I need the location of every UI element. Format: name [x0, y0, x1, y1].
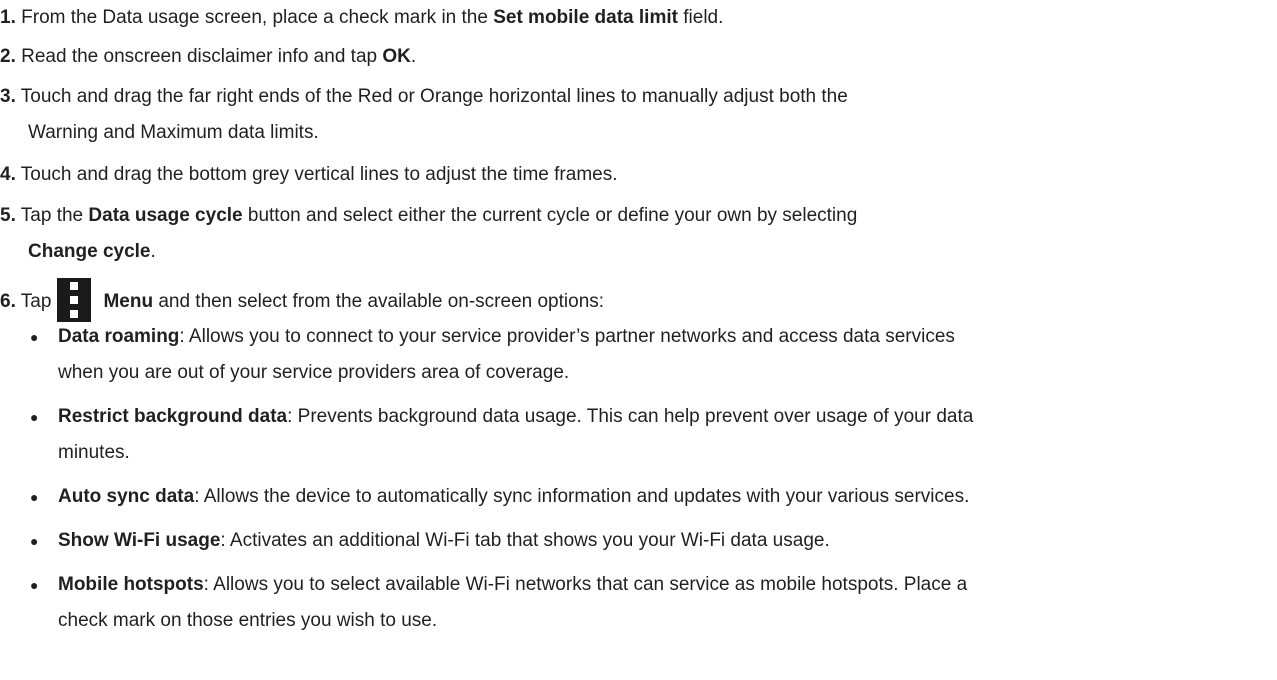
- option-auto-sync-data: Auto sync data: Allows the device to aut…: [58, 485, 969, 509]
- step-text: Tap the: [15, 205, 89, 226]
- bullet-icon: ●: [30, 489, 39, 505]
- step-keyword: Change cycle: [28, 241, 151, 262]
- step-2: 2. Read the onscreen disclaimer info and…: [0, 45, 416, 69]
- step-4: 4. Touch and drag the bottom grey vertic…: [0, 163, 618, 187]
- option-title: Auto sync data: [58, 486, 195, 507]
- menu-icon: [57, 278, 92, 322]
- step-number: 1.: [0, 7, 16, 28]
- step-5: 5. Tap the Data usage cycle button and s…: [0, 204, 857, 228]
- option-title: Data roaming: [58, 326, 180, 347]
- option-description: : Allows you to select available Wi-Fi n…: [203, 574, 968, 595]
- step-text: Touch and drag the far right ends of the…: [15, 86, 848, 107]
- bullet-icon: ●: [30, 577, 39, 593]
- step-text: button and select either the current cyc…: [242, 205, 858, 226]
- step-6: 6. Tap Menu and then select from the avai…: [0, 278, 605, 324]
- step-text: From the Data usage screen, place a chec…: [15, 7, 494, 28]
- step-5-continuation: Change cycle.: [28, 240, 156, 264]
- step-3: 3. Touch and drag the far right ends of …: [0, 85, 848, 109]
- step-keyword: Data usage cycle: [88, 205, 243, 226]
- option-description-continuation: when you are out of your service provide…: [58, 362, 570, 383]
- step-text: .: [150, 241, 156, 262]
- bullet-icon: ●: [30, 533, 39, 549]
- step-text: Read the onscreen disclaimer info and ta…: [15, 46, 383, 67]
- bullet-icon: ●: [30, 329, 39, 345]
- option-mobile-hotspots: Mobile hotspots: Allows you to select av…: [58, 573, 967, 597]
- step-text: and then select from the available on-sc…: [153, 291, 605, 313]
- option-restrict-background-data: Restrict background data: Prevents backg…: [58, 405, 973, 429]
- step-number: 2.: [0, 46, 16, 67]
- option-description-continuation: minutes.: [58, 442, 130, 463]
- step-number: 4.: [0, 164, 16, 185]
- step-number: 6.: [0, 291, 16, 313]
- bullet-icon: ●: [30, 409, 39, 425]
- step-number: 3.: [0, 86, 16, 107]
- step-text: .: [410, 46, 417, 67]
- step-text: Tap: [15, 291, 52, 313]
- option-description: : Activates an additional Wi-Fi tab that…: [220, 530, 830, 551]
- option-title: Restrict background data: [58, 406, 288, 427]
- option-description: : Allows the device to automatically syn…: [194, 486, 970, 507]
- step-keyword: OK: [382, 46, 411, 67]
- step-3-continuation: Warning and Maximum data limits.: [28, 122, 319, 143]
- option-description: : Prevents background data usage. This c…: [287, 406, 974, 427]
- step-number: 5.: [0, 205, 16, 226]
- step-text: Touch and drag the bottom grey vertical …: [15, 164, 618, 185]
- option-data-roaming: Data roaming: Allows you to connect to y…: [58, 325, 955, 349]
- step-1: 1. From the Data usage screen, place a c…: [0, 6, 723, 30]
- option-description-continuation: check mark on those entries you wish to …: [58, 610, 438, 631]
- option-description: : Allows you to connect to your service …: [179, 326, 955, 347]
- step-text: field.: [677, 7, 724, 28]
- step-keyword: Set mobile data limit: [493, 7, 678, 28]
- option-title: Show Wi-Fi usage: [58, 530, 221, 551]
- option-show-wifi-usage: Show Wi-Fi usage: Activates an additiona…: [58, 529, 830, 553]
- step-keyword: Menu: [103, 291, 154, 313]
- option-title: Mobile hotspots: [58, 574, 204, 595]
